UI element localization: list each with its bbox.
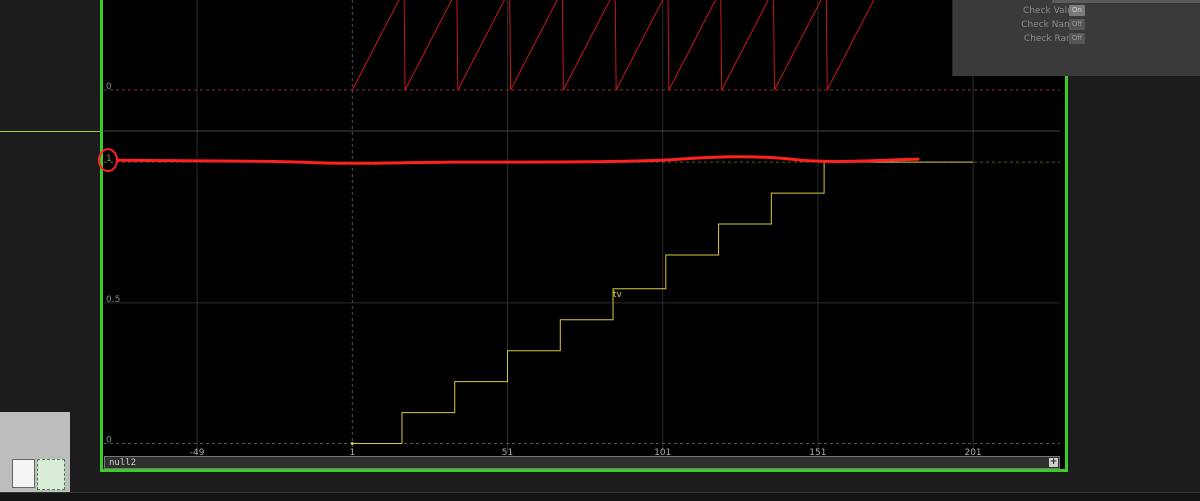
tv-series-label: tv: [613, 290, 623, 300]
check-range-toggle[interactable]: Off: [1069, 33, 1085, 44]
check-names-toggle[interactable]: Off: [1069, 19, 1085, 30]
y-tick-label: 0.5: [106, 295, 120, 305]
annotation-stroke: [116, 155, 920, 165]
channel-name-bar[interactable]: null2 +: [104, 456, 1060, 469]
node-thumbnail-icon[interactable]: [12, 459, 35, 488]
ramp-series-line: [351, 0, 875, 91]
add-channel-button[interactable]: +: [1049, 458, 1058, 467]
selected-node-thumbnail-icon[interactable]: [37, 459, 65, 490]
panel-header-strip: [1052, 0, 1200, 3]
parameter-panel: Check Values On Check Names Off Check Ra…: [952, 0, 1200, 76]
y-tick-label: 0: [106, 436, 112, 446]
y-tick-label: 1: [106, 154, 112, 164]
tv-start-point: [350, 442, 354, 446]
check-values-toggle[interactable]: On: [1069, 5, 1085, 16]
channel-name-label: null2: [109, 458, 137, 468]
upper-y-tick-label: 0: [106, 82, 112, 92]
